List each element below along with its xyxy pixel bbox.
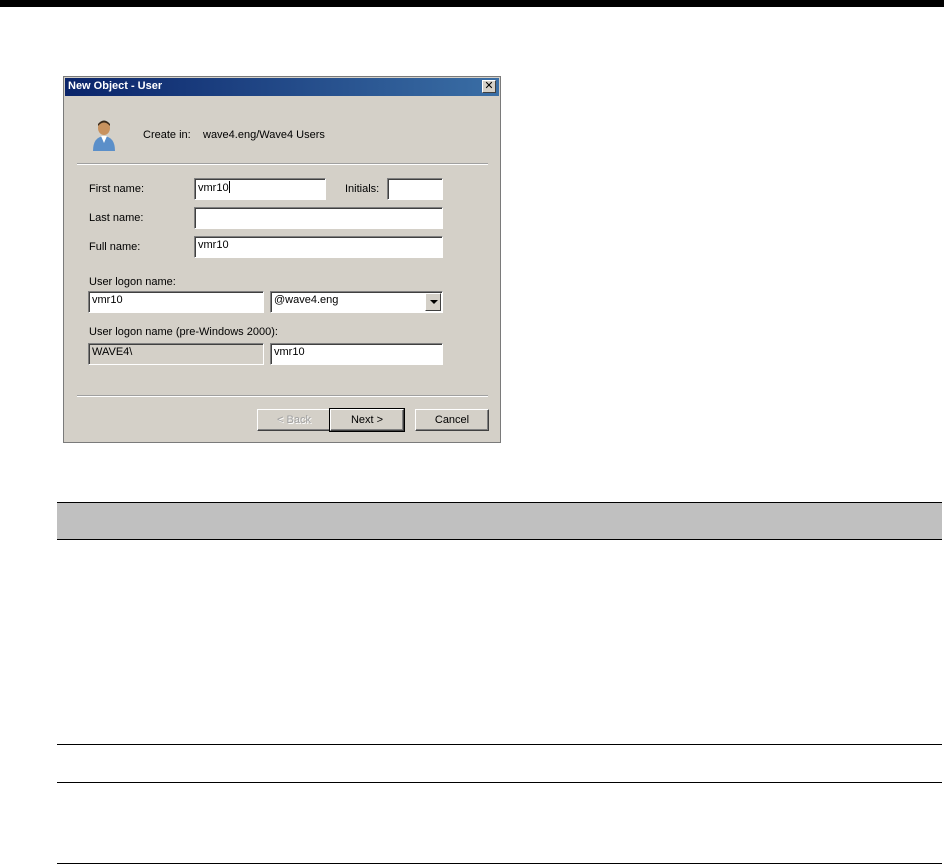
separator bbox=[77, 395, 488, 397]
last-name-label: Last name: bbox=[89, 212, 144, 224]
next-button[interactable]: Next > bbox=[329, 408, 405, 432]
domain-select[interactable]: @wave4.eng bbox=[270, 291, 443, 313]
initials-field[interactable] bbox=[387, 178, 443, 200]
domain-selected-value: @wave4.eng bbox=[274, 294, 339, 306]
dialog-title: New Object - User bbox=[68, 80, 163, 92]
full-name-label: Full name: bbox=[89, 241, 141, 253]
table-header bbox=[57, 502, 942, 540]
create-in-label: Create in: bbox=[143, 129, 191, 141]
initials-label: Initials: bbox=[345, 183, 380, 195]
back-button[interactable]: < Back bbox=[257, 409, 331, 431]
full-name-field[interactable]: vmr10 bbox=[194, 236, 443, 258]
pre2000-name-field[interactable]: vmr10 bbox=[270, 343, 443, 365]
table-rule bbox=[57, 744, 942, 745]
cancel-button[interactable]: Cancel bbox=[415, 409, 489, 431]
text-caret bbox=[228, 181, 230, 193]
table-rule bbox=[57, 782, 942, 783]
chevron-down-icon[interactable] bbox=[425, 293, 441, 311]
logon-name-label: User logon name: bbox=[89, 276, 176, 288]
first-name-label: First name: bbox=[89, 183, 145, 195]
separator bbox=[77, 163, 488, 165]
first-name-field[interactable]: vmr10 bbox=[194, 178, 326, 200]
table-rule bbox=[57, 863, 942, 864]
first-name-value: vmr10 bbox=[198, 182, 229, 194]
pre2000-domain-field: WAVE4\ bbox=[88, 343, 264, 365]
create-in-path: wave4.eng/Wave4 Users bbox=[203, 129, 325, 141]
last-name-field[interactable] bbox=[194, 207, 443, 229]
new-user-dialog: New Object - User ✕ Create in: wave4.eng… bbox=[63, 76, 501, 443]
logon-name-field[interactable]: vmr10 bbox=[88, 291, 264, 313]
dialog-titlebar: New Object - User ✕ bbox=[65, 78, 499, 96]
pre2000-label: User logon name (pre-Windows 2000): bbox=[89, 326, 278, 338]
user-icon bbox=[93, 120, 115, 151]
close-icon[interactable]: ✕ bbox=[482, 80, 496, 93]
top-rule bbox=[0, 0, 944, 7]
